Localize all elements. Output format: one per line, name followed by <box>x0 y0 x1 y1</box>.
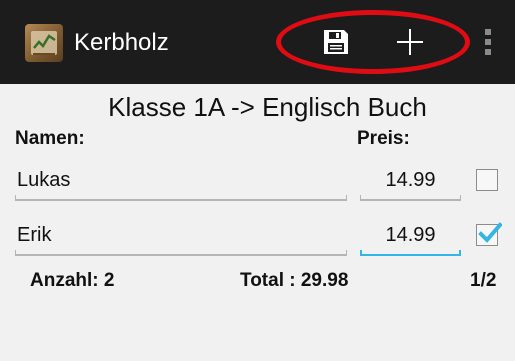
row-checkbox-checked[interactable] <box>476 222 502 246</box>
price-field[interactable]: 14.99 <box>360 163 461 197</box>
page-indicator: 1/2 <box>470 270 497 291</box>
row-checkbox[interactable] <box>476 169 498 191</box>
price-field-underline <box>360 195 461 201</box>
save-button[interactable] <box>314 22 358 66</box>
count-label: Anzahl: 2 <box>30 270 115 291</box>
kerbholz-app-icon[interactable] <box>25 24 63 62</box>
price-field-focus-underline <box>360 250 461 256</box>
plus-icon <box>395 27 425 62</box>
add-button[interactable] <box>388 22 432 66</box>
name-field-underline <box>15 195 347 201</box>
overflow-menu-button[interactable] <box>470 22 506 66</box>
overflow-menu-icon <box>484 27 492 62</box>
app-title: Kerbholz <box>74 29 169 56</box>
price-field-focused[interactable]: 14.99 <box>360 218 461 252</box>
name-field[interactable]: Lukas <box>15 163 347 197</box>
floppy-disk-icon <box>321 27 351 62</box>
page-title: Klasse 1A -> Englisch Buch <box>108 92 427 122</box>
name-column-header: Namen: <box>15 128 85 149</box>
name-field-underline <box>15 250 347 256</box>
action-bar: Kerbholz <box>0 0 515 84</box>
price-column-header: Preis: <box>357 128 410 149</box>
highlight-annotation <box>276 10 470 74</box>
name-field[interactable]: Erik <box>15 218 347 252</box>
total-label: Total : 29.98 <box>240 270 349 291</box>
